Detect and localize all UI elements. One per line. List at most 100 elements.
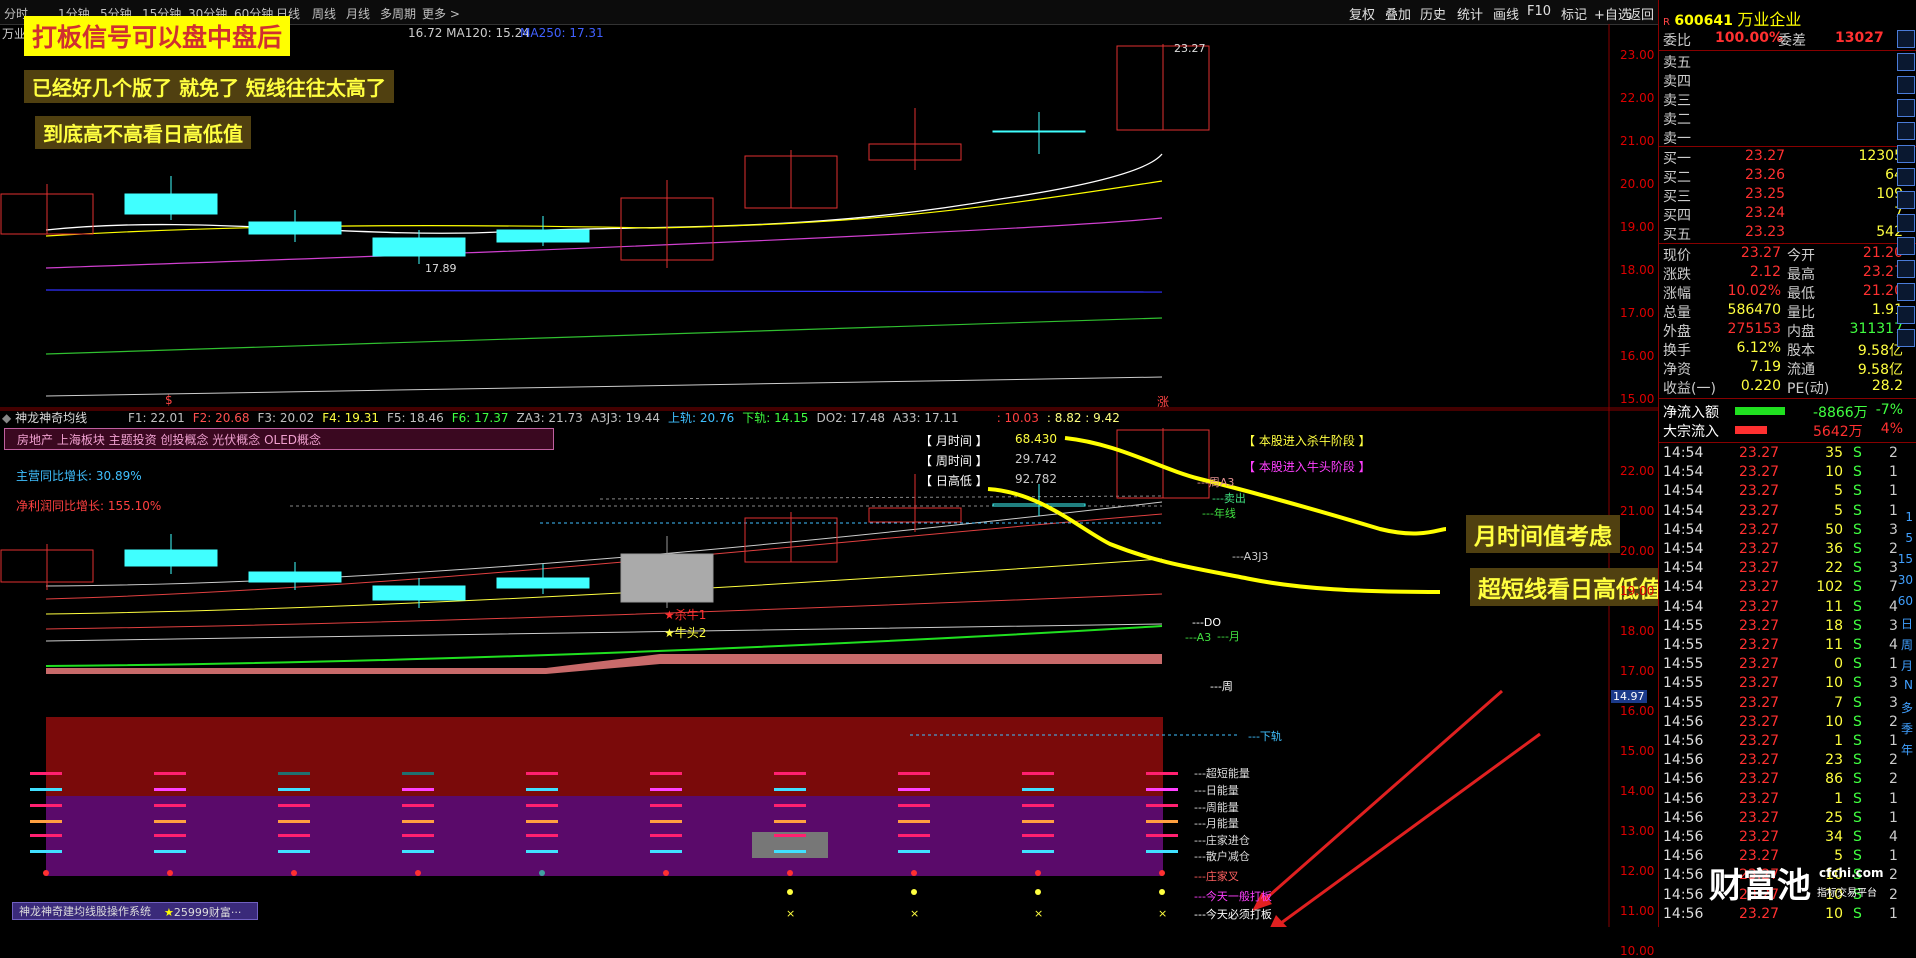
energy-bar <box>774 850 806 853</box>
indicator-tick: 16.00 <box>1620 704 1655 718</box>
toolbar-button[interactable]: 复权 <box>1349 4 1375 23</box>
period-shortcut[interactable]: 5 <box>1905 531 1913 545</box>
tick-row: 14:54 23.27 50 S 3 <box>1663 522 1903 542</box>
period-shortcut[interactable]: N <box>1904 678 1913 692</box>
period-tab[interactable]: 周线 <box>312 5 336 22</box>
signal-cross: × <box>1034 907 1043 920</box>
stock-code: 600641 <box>1674 13 1733 29</box>
period-tab[interactable]: 多周期 <box>380 5 416 22</box>
toolbar-button[interactable]: 统计 <box>1457 4 1483 23</box>
period-shortcut[interactable]: 15 <box>1898 552 1913 566</box>
price-tick: 15.00 <box>1620 392 1655 406</box>
energy-bar <box>526 772 558 775</box>
chart-tool-icon[interactable] <box>1897 329 1915 347</box>
candle-body <box>496 577 590 589</box>
energy-bar <box>1146 804 1178 807</box>
chart-tool-icon[interactable] <box>1897 283 1915 301</box>
tick-time: 14:56 <box>1663 771 1704 788</box>
chart-tool-icon[interactable] <box>1897 99 1915 117</box>
quote-row: 涨跌 2.12 最高 23.27 <box>1663 264 1903 284</box>
chart-tool-icon[interactable] <box>1897 53 1915 71</box>
period-shortcut[interactable]: 多 <box>1901 699 1913 716</box>
separator <box>1659 243 1916 244</box>
price-tick: 23.00 <box>1620 48 1655 62</box>
buy-label: 买五 <box>1663 227 1691 243</box>
tick-time: 14:55 <box>1663 637 1704 653</box>
stat-value: 7.19 <box>1749 359 1781 375</box>
toolbar-button[interactable]: 标记 <box>1561 4 1587 23</box>
toolbar-button[interactable]: F10 <box>1527 4 1551 19</box>
block-pct: 4% <box>1880 421 1903 437</box>
period-shortcut[interactable]: 1 <box>1905 510 1913 524</box>
netflow-pct: -7% <box>1875 402 1903 418</box>
tick-row: 14:54 23.27 102 S 7 <box>1663 579 1903 599</box>
tick-count: 4 <box>1889 829 1898 845</box>
period-shortcut[interactable]: 周 <box>1901 636 1913 653</box>
tick-price: 23.27 <box>1739 694 1780 711</box>
period-tab[interactable]: 更多 > <box>422 5 460 22</box>
indicator-line-label: ---A3 <box>1185 631 1212 644</box>
stat-label: 今开 <box>1787 248 1815 264</box>
energy-bar <box>650 834 682 837</box>
tick-volume: 1 <box>1834 733 1843 749</box>
period-shortcut[interactable]: 日 <box>1901 615 1913 632</box>
energy-bar <box>1146 850 1178 853</box>
signal-dot <box>911 889 917 895</box>
tick-row: 14:55 23.27 10 S 3 <box>1663 675 1903 695</box>
energy-bar <box>278 834 310 837</box>
tick-row: 14:56 23.27 34 S 4 <box>1663 829 1903 849</box>
tick-time: 14:55 <box>1663 656 1704 673</box>
upper-moving-averages <box>45 153 1163 397</box>
separator <box>1659 146 1916 147</box>
toolbar-button[interactable]: 叠加 <box>1385 4 1411 23</box>
energy-bar <box>774 820 806 823</box>
chart-tool-icon[interactable] <box>1897 168 1915 186</box>
webi-label: 委比 <box>1663 33 1691 49</box>
watermark-sub: 指标交易平台 <box>1817 888 1877 899</box>
chart-tool-icon[interactable] <box>1897 145 1915 163</box>
sell-label: 卖四 <box>1663 74 1691 90</box>
indicator-line-label: ---散户减仓 <box>1194 850 1250 863</box>
toolbar-button[interactable]: 返回 <box>1628 4 1654 23</box>
chart-tool-icon[interactable] <box>1897 30 1915 48</box>
energy-bar <box>154 804 186 807</box>
week-time-value: 29.742 <box>1015 452 1057 466</box>
tick-side: S <box>1853 579 1862 596</box>
signal-dot <box>787 889 793 895</box>
tick-count: 4 <box>1889 637 1898 653</box>
signal-bull: ★牛头2 <box>664 626 707 640</box>
period-shortcut[interactable]: 年 <box>1901 741 1913 758</box>
tick-time: 14:54 <box>1663 579 1704 596</box>
chart-tool-icon[interactable] <box>1897 191 1915 209</box>
period-tab[interactable]: 月线 <box>346 5 370 22</box>
indicator-line-label: ---月 <box>1217 630 1240 643</box>
tick-time: 14:54 <box>1663 483 1704 500</box>
tick-volume: 25 <box>1825 809 1843 826</box>
indicator-param: F2: 20.68 <box>192 411 250 425</box>
candle-body <box>496 229 590 243</box>
toolbar-button[interactable]: 历史 <box>1420 4 1446 23</box>
chart-tool-icon[interactable] <box>1897 237 1915 255</box>
buy-label: 买四 <box>1663 208 1691 224</box>
period-shortcut[interactable]: 季 <box>1901 720 1913 737</box>
indicator-tick: 22.00 <box>1620 464 1655 478</box>
period-shortcut[interactable]: 60 <box>1898 594 1913 608</box>
chart-tool-icon[interactable] <box>1897 306 1915 324</box>
stock-short-name: 万业 <box>2 27 27 41</box>
indicator-name[interactable]: 神龙神奇均线 <box>15 411 87 425</box>
chart-tool-icon[interactable] <box>1897 214 1915 232</box>
energy-bar <box>898 820 930 823</box>
tick-row: 14:56 23.27 23 S 2 <box>1663 752 1903 772</box>
chart-tool-icon[interactable] <box>1897 122 1915 140</box>
quote-row: 现价 23.27 今开 21.20 <box>1663 245 1903 265</box>
block-label: 大宗流入 <box>1663 424 1719 440</box>
period-shortcut[interactable]: 30 <box>1898 573 1913 587</box>
chart-tool-icon[interactable] <box>1897 76 1915 94</box>
toolbar-button[interactable]: +自选 <box>1594 4 1631 23</box>
period-shortcut[interactable]: 月 <box>1901 657 1913 674</box>
toolbar-button[interactable]: 画线 <box>1493 4 1519 23</box>
chart-tool-icon[interactable] <box>1897 260 1915 278</box>
tick-time: 14:55 <box>1663 617 1704 634</box>
kline-chart[interactable]: × × × × <box>0 24 1658 927</box>
tick-side: S <box>1853 848 1862 865</box>
